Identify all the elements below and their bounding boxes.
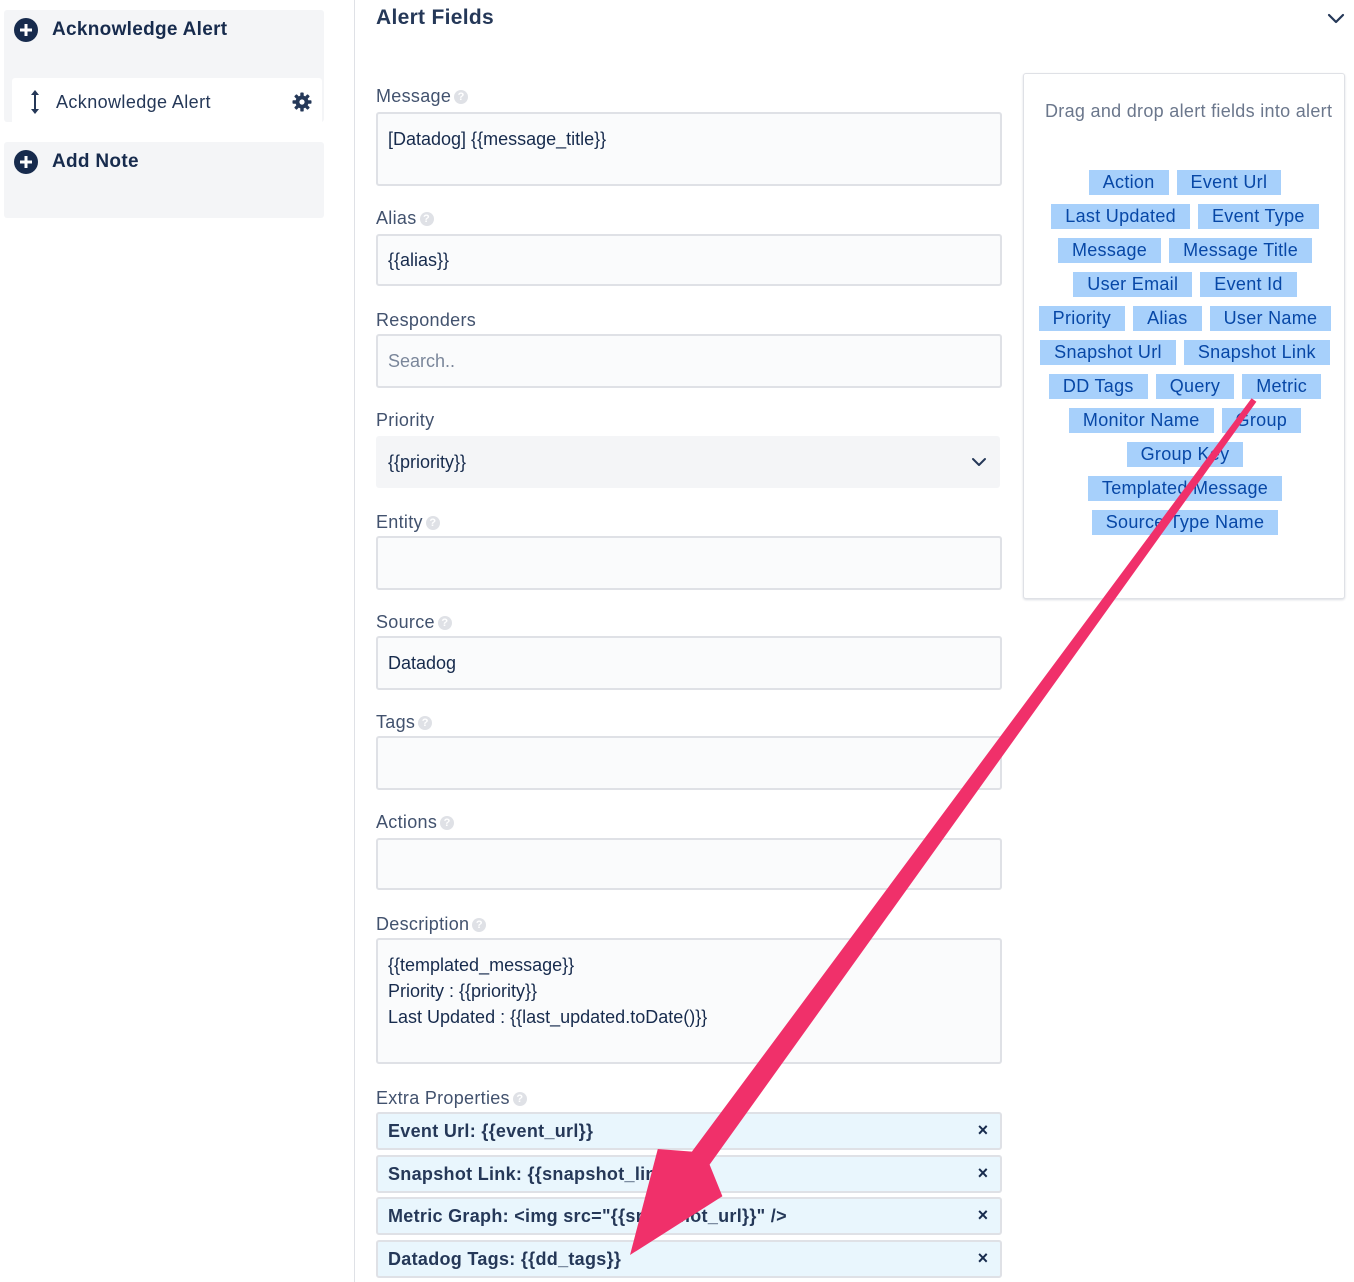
chip-event-url[interactable]: Event Url — [1176, 170, 1282, 195]
chip-event-type[interactable]: Event Type — [1197, 204, 1319, 229]
alias-label: Alias ? — [376, 208, 434, 229]
extra-property-text: Metric Graph: <img src="{{snapshot_url}}… — [388, 1205, 787, 1226]
vertical-drag-icon[interactable] — [22, 89, 48, 115]
chip-dd-tags[interactable]: DD Tags — [1048, 374, 1148, 399]
message-label-text: Message — [376, 86, 452, 106]
chip-event-id[interactable]: Event Id — [1200, 272, 1297, 297]
chip-action[interactable]: Action — [1088, 170, 1169, 195]
help-icon[interactable]: ? — [419, 211, 434, 226]
tags-field[interactable] — [376, 736, 1002, 790]
chip-snapshot-url[interactable]: Snapshot Url — [1040, 340, 1176, 365]
actions-field[interactable] — [376, 838, 1002, 890]
chip-group[interactable]: Group — [1221, 408, 1302, 433]
acknowledge-card-header[interactable]: Acknowledge Alert — [14, 18, 227, 42]
acknowledge-card-title: Acknowledge Alert — [52, 19, 228, 40]
description-line: Priority : {{priority}} — [388, 981, 538, 1001]
description-label-text: Description — [376, 914, 470, 934]
alert-fields-section: Alert Fields Message ? [Datadog] {{messa… — [356, 0, 1354, 1282]
sidebar-item-acknowledge-alert[interactable]: Acknowledge Alert — [12, 78, 322, 126]
action-card-add-note: Add Note — [4, 142, 324, 218]
help-icon[interactable]: ? — [437, 615, 452, 630]
priority-selected-value: {{priority}} — [388, 451, 467, 472]
close-icon[interactable]: × — [976, 1164, 990, 1182]
responders-label-text: Responders — [376, 310, 477, 330]
responders-search-input[interactable]: Search.. — [376, 334, 1002, 388]
sidebar-item-label: Acknowledge Alert — [56, 91, 211, 112]
responders-placeholder: Search.. — [388, 350, 456, 371]
chip-user-name[interactable]: User Name — [1209, 306, 1332, 331]
chip-group-key[interactable]: Group Key — [1126, 442, 1244, 467]
chip-last-updated[interactable]: Last Updated — [1051, 204, 1190, 229]
add-note-card-title: Add Note — [52, 151, 139, 172]
description-line: {{templated_message}} — [388, 955, 575, 975]
chip-message[interactable]: Message — [1057, 238, 1162, 263]
add-circle-icon[interactable] — [14, 18, 38, 42]
add-circle-icon[interactable] — [14, 150, 38, 174]
chip-user-email[interactable]: User Email — [1073, 272, 1193, 297]
entity-field[interactable] — [376, 536, 1002, 590]
extra-property-text: Snapshot Link: {{snapshot_link}} — [388, 1163, 682, 1184]
help-icon[interactable]: ? — [440, 815, 455, 830]
description-label: Description ? — [376, 914, 487, 935]
alias-field[interactable]: {{alias}} — [376, 234, 1002, 286]
description-field[interactable]: {{templated_message}} Priority : {{prior… — [376, 938, 1002, 1064]
chip-query[interactable]: Query — [1155, 374, 1235, 399]
source-label: Source ? — [376, 612, 452, 633]
entity-label: Entity ? — [376, 512, 440, 533]
description-line: Last Updated : {{last_updated.toDate()}} — [388, 1007, 708, 1027]
source-label-text: Source — [376, 612, 435, 632]
help-icon[interactable]: ? — [512, 1091, 527, 1106]
chip-snapshot-link[interactable]: Snapshot Link — [1183, 340, 1330, 365]
extra-property-text: Event Url: {{event_url}} — [388, 1120, 594, 1141]
drag-drop-fields-panel: Drag and drop alert fields into alert Ac… — [1023, 73, 1345, 599]
source-field[interactable]: Datadog — [376, 636, 1002, 690]
tags-label-text: Tags — [376, 712, 416, 732]
extra-property-row[interactable]: Datadog Tags: {{dd_tags}} × — [376, 1240, 1002, 1278]
gear-icon[interactable] — [292, 92, 312, 112]
message-field[interactable]: [Datadog] {{message_title}} — [376, 112, 1002, 186]
chip-priority[interactable]: Priority — [1038, 306, 1126, 331]
responders-label: Responders — [376, 310, 476, 331]
entity-label-text: Entity — [376, 512, 423, 532]
close-icon[interactable]: × — [976, 1206, 990, 1224]
close-icon[interactable]: × — [976, 1249, 990, 1267]
chip-message-title[interactable]: Message Title — [1169, 238, 1313, 263]
priority-select[interactable]: {{priority}} — [376, 436, 1000, 488]
message-value-line: [Datadog] {{message_title}} — [388, 129, 607, 149]
help-icon[interactable]: ? — [454, 89, 469, 104]
source-value: Datadog — [388, 652, 457, 673]
help-icon[interactable]: ? — [425, 515, 440, 530]
chevron-down-icon[interactable] — [1326, 8, 1346, 28]
add-note-card-header[interactable]: Add Note — [14, 150, 139, 174]
chevron-down-icon[interactable] — [970, 453, 988, 471]
priority-label: Priority — [376, 410, 434, 431]
extra-property-text: Datadog Tags: {{dd_tags}} — [388, 1248, 622, 1269]
actions-label: Actions ? — [376, 812, 455, 833]
message-label: Message ? — [376, 86, 469, 107]
extra-property-row[interactable]: Snapshot Link: {{snapshot_link}} × — [376, 1155, 1002, 1193]
actions-label-text: Actions — [376, 812, 438, 832]
chip-source-type-name[interactable]: Source Type Name — [1091, 510, 1279, 535]
extra-properties-label-text: Extra Properties — [376, 1088, 510, 1108]
sidebar: Acknowledge Alert Acknowledge Alert Add … — [0, 0, 355, 1282]
tags-label: Tags ? — [376, 712, 433, 733]
alias-value: {{alias}} — [388, 249, 450, 270]
alias-label-text: Alias — [376, 208, 417, 228]
chip-monitor-name[interactable]: Monitor Name — [1068, 408, 1214, 433]
close-icon[interactable]: × — [976, 1121, 990, 1139]
help-icon[interactable]: ? — [472, 917, 487, 932]
extra-properties-label: Extra Properties ? — [376, 1088, 527, 1109]
section-title: Alert Fields — [376, 6, 494, 29]
drag-drop-hint: Drag and drop alert fields into alert — [1045, 101, 1333, 121]
chip-metric[interactable]: Metric — [1242, 374, 1322, 399]
chip-alias[interactable]: Alias — [1133, 306, 1202, 331]
priority-label-text: Priority — [376, 410, 435, 430]
action-card-acknowledge: Acknowledge Alert Acknowledge Alert — [4, 10, 324, 126]
extra-property-row[interactable]: Event Url: {{event_url}} × — [376, 1112, 1002, 1150]
help-icon[interactable]: ? — [418, 715, 433, 730]
extra-property-row[interactable]: Metric Graph: <img src="{{snapshot_url}}… — [376, 1197, 1002, 1235]
chip-templated-message[interactable]: Templated Message — [1087, 476, 1283, 501]
alert-field-chips: Action Event Url Last Updated Event Type… — [1038, 170, 1332, 535]
